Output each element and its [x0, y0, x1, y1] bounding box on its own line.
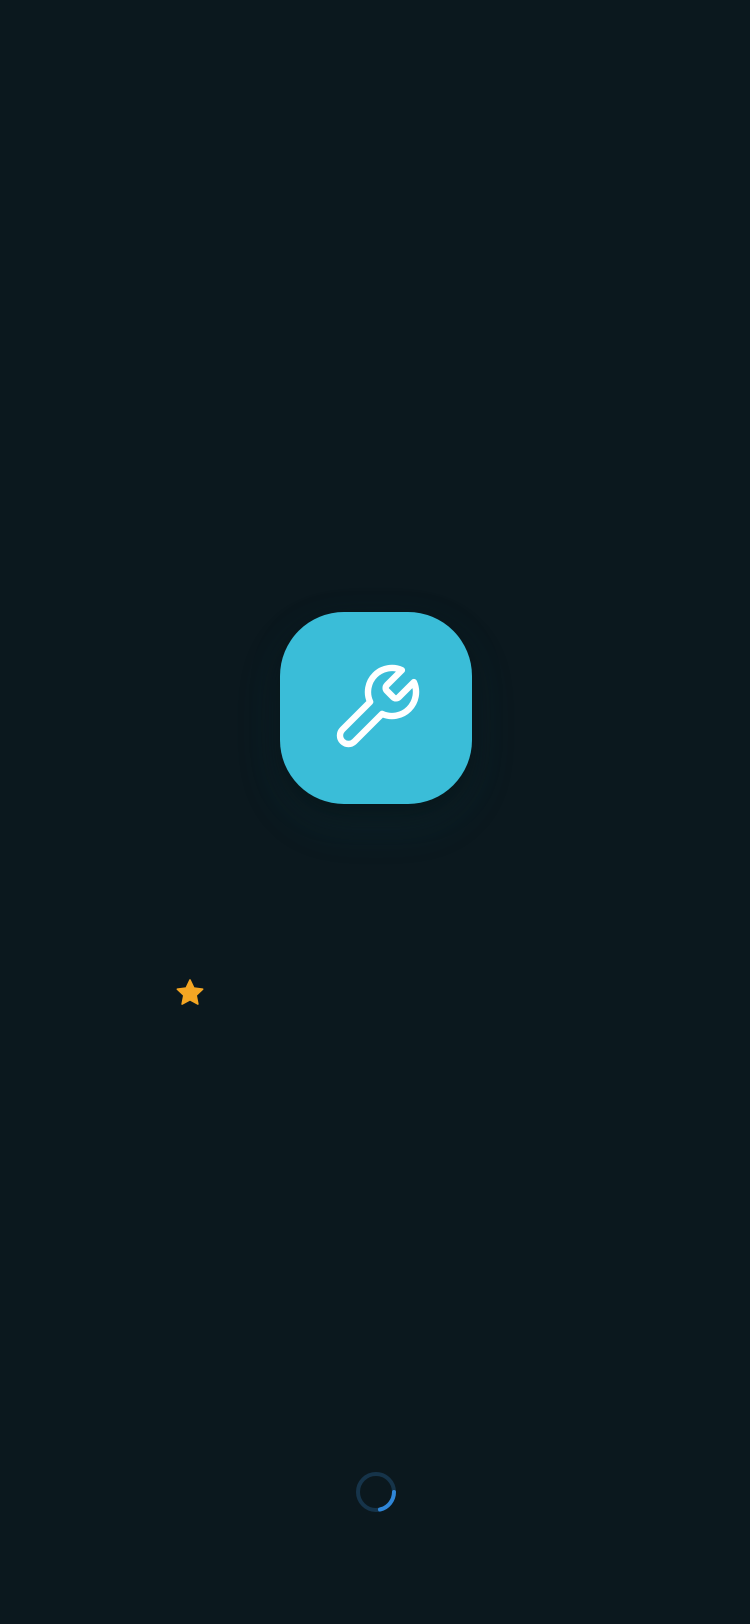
loading-spinner-icon — [356, 1472, 396, 1512]
splash-screen — [0, 0, 750, 1624]
wrench-icon — [336, 664, 420, 748]
star-decoration — [174, 977, 206, 1009]
app-icon-tile — [280, 612, 472, 804]
loading-indicator — [354, 1470, 398, 1514]
star-icon — [176, 979, 204, 1005]
